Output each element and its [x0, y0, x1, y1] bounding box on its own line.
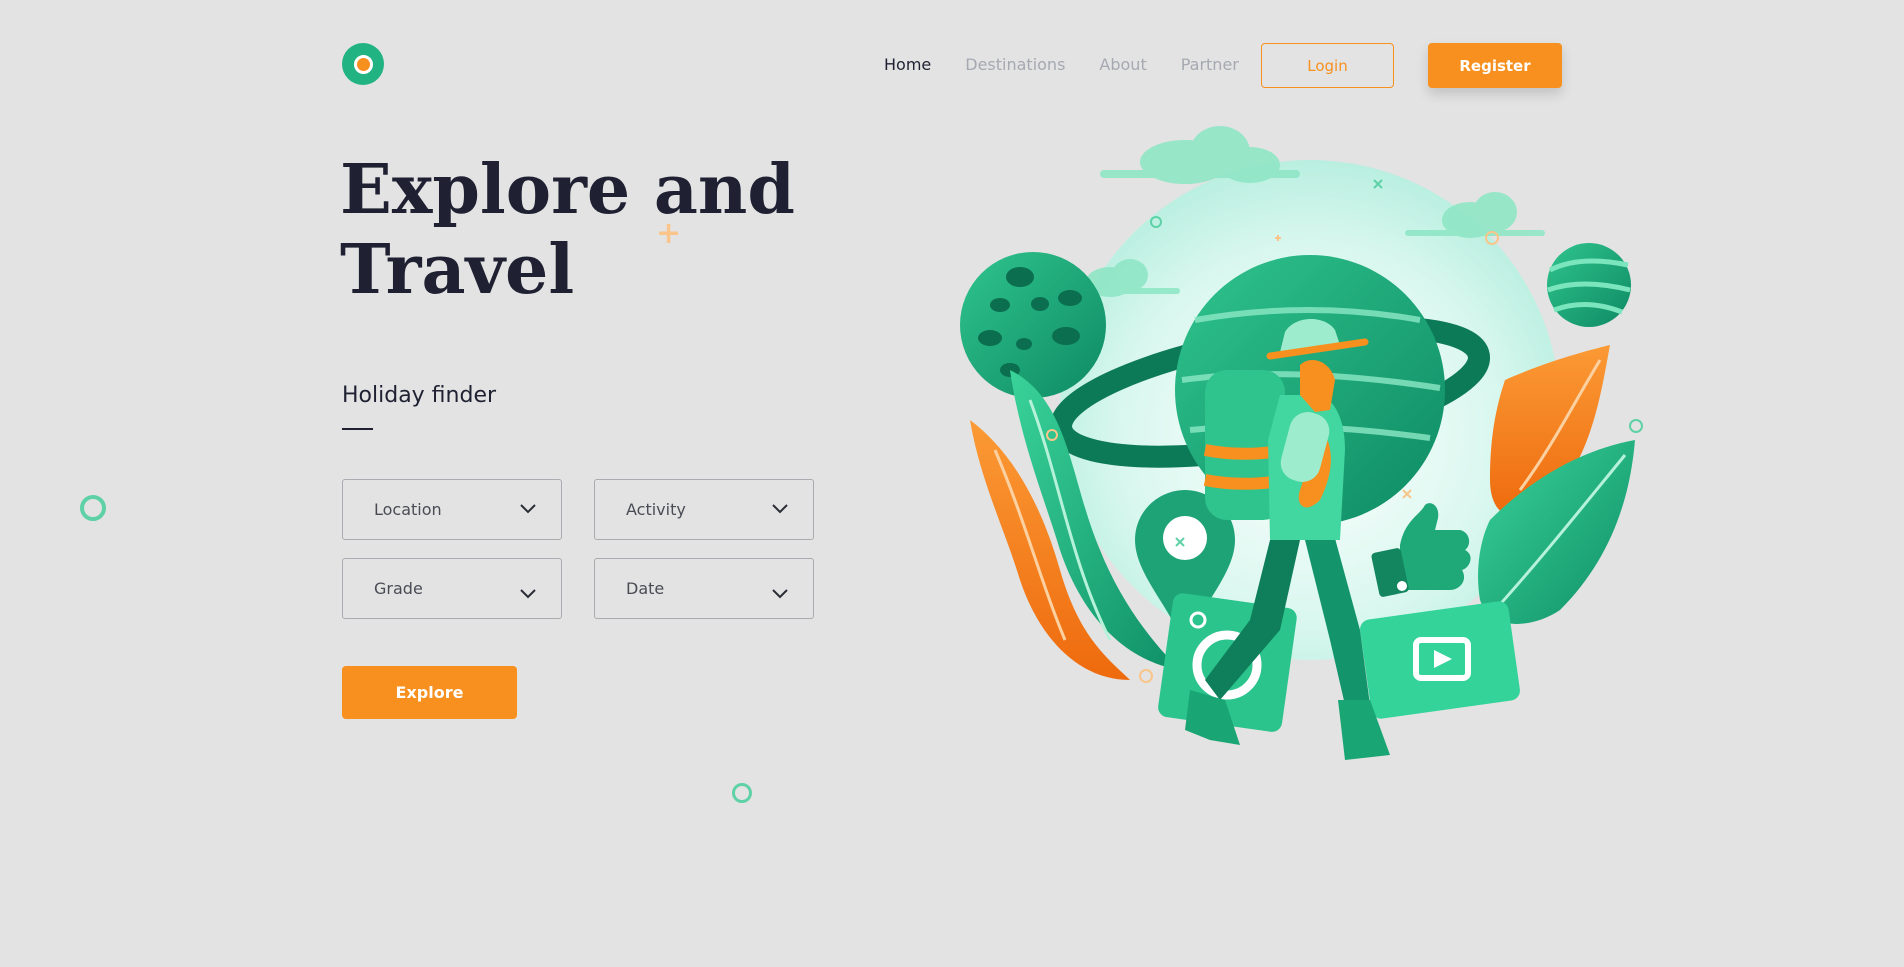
explore-button[interactable]: Explore	[342, 666, 517, 719]
date-select[interactable]: Date	[594, 558, 814, 619]
chevron-down-icon	[772, 504, 788, 514]
nav-item-home[interactable]: Home	[884, 55, 931, 74]
chevron-down-icon	[520, 589, 536, 599]
activity-select[interactable]: Activity	[594, 479, 814, 540]
date-select-label: Date	[626, 579, 665, 598]
traveler-illustration	[960, 126, 1643, 760]
grade-select-label: Grade	[374, 579, 423, 598]
ring-decoration-icon	[80, 495, 106, 521]
activity-select-label: Activity	[626, 500, 686, 519]
nav-item-partner[interactable]: Partner	[1181, 55, 1239, 74]
finder-title: Holiday finder	[342, 383, 497, 408]
hero-title-line2: Travel	[340, 230, 575, 310]
chevron-down-icon	[520, 504, 536, 514]
finder-title-underline	[342, 428, 373, 430]
grade-select[interactable]: Grade	[342, 558, 562, 619]
logo-icon[interactable]	[342, 43, 384, 85]
location-select[interactable]: Location	[342, 479, 562, 540]
chevron-down-icon	[772, 589, 788, 599]
register-button[interactable]: Register	[1428, 43, 1562, 88]
plus-decoration-icon: +	[656, 216, 682, 251]
main-nav: Home Destinations About Partner	[884, 55, 1239, 74]
nav-item-about[interactable]: About	[1099, 55, 1146, 74]
hero-title: Explore and Travel	[340, 150, 820, 310]
logo-inner-dot	[353, 54, 373, 74]
login-button[interactable]: Login	[1261, 43, 1394, 88]
hero-title-line1: Explore and	[340, 150, 795, 230]
ring-decoration-icon	[732, 783, 752, 803]
location-select-label: Location	[374, 500, 442, 519]
nav-item-destinations[interactable]: Destinations	[965, 55, 1065, 74]
